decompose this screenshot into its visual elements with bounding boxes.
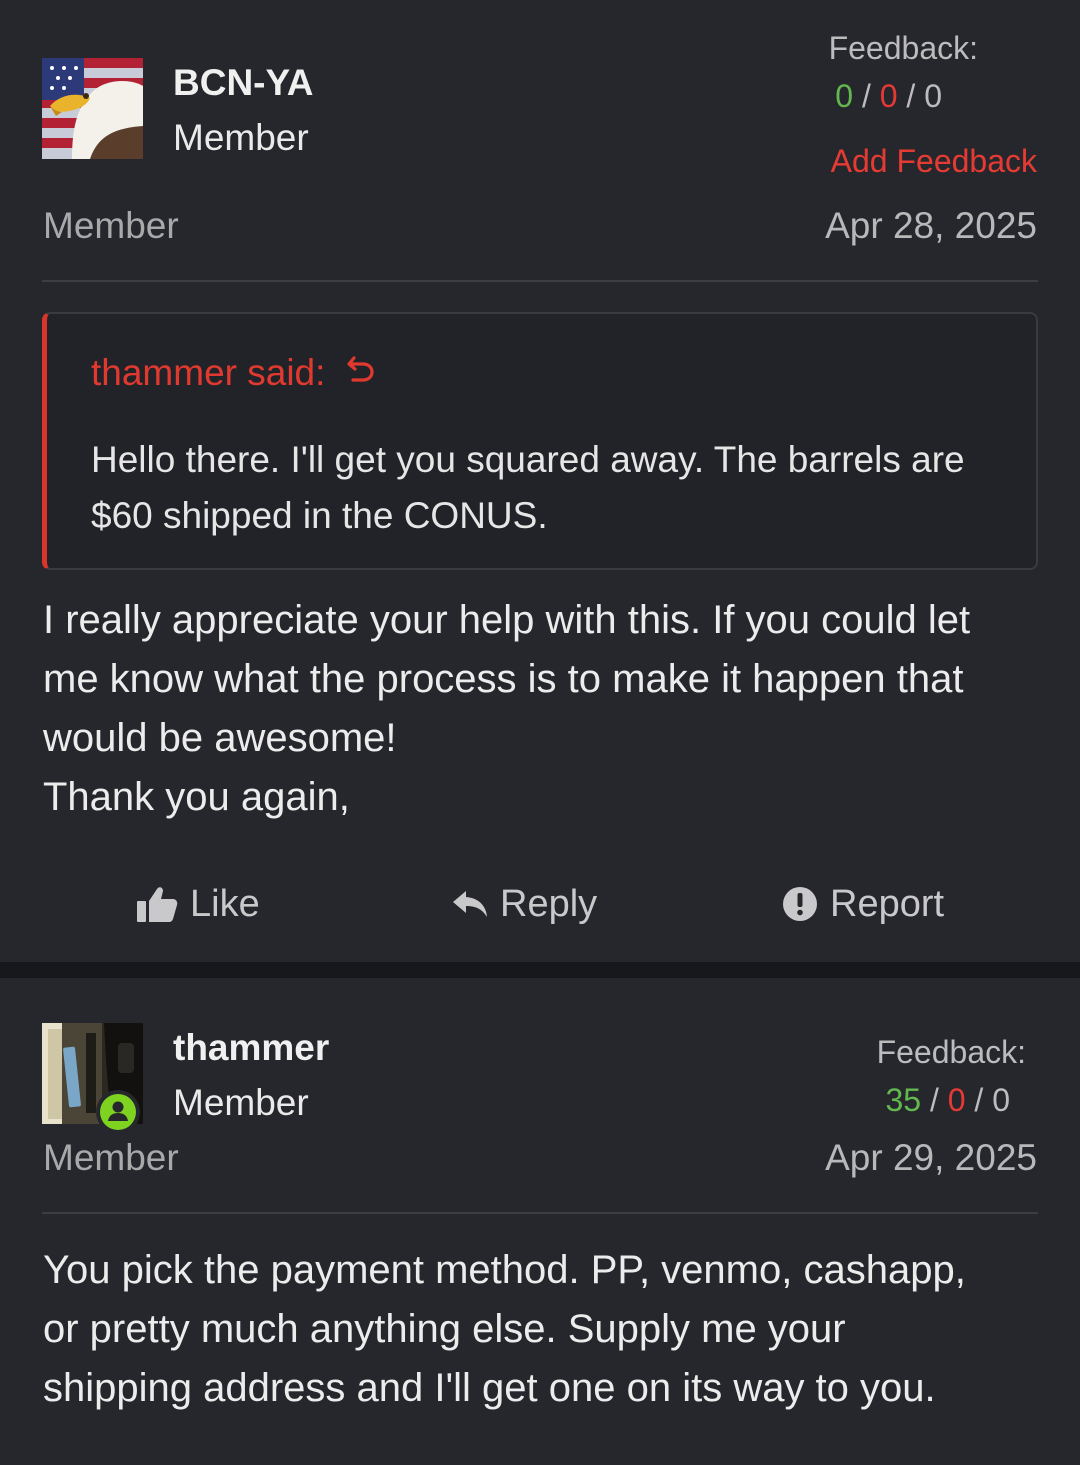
divider <box>42 280 1038 282</box>
feedback-label: Feedback: <box>876 1034 1026 1070</box>
feedback-separator: / <box>929 1082 939 1118</box>
message-line: I really appreciate your help with this.… <box>43 598 971 642</box>
feedback-negative: 0 <box>879 78 898 114</box>
feedback-separator: / <box>974 1082 984 1118</box>
like-label: Like <box>190 882 260 925</box>
message-line: me know what the process is to make it h… <box>43 657 964 701</box>
quote-header[interactable]: thammer said: <box>91 352 377 394</box>
exclamation-circle-icon <box>782 886 818 922</box>
message-line: would be awesome! <box>43 716 397 760</box>
post-date[interactable]: Apr 29, 2025 <box>825 1137 1037 1179</box>
post-separator <box>0 962 1080 978</box>
message-line: Thank you again, <box>43 775 350 819</box>
user-avatar-eagle[interactable] <box>42 58 143 159</box>
post-message: You pick the payment method. PP, venmo, … <box>43 1241 1043 1418</box>
post-date[interactable]: Apr 28, 2025 <box>825 205 1037 247</box>
quote-block: thammer said: Hello there. I'll get you … <box>42 312 1038 570</box>
reply-arrow-icon <box>452 889 488 919</box>
feedback-separator: / <box>906 78 916 114</box>
quote-text: Hello there. I'll get you squared away. … <box>91 439 965 536</box>
user-title: Member <box>173 1082 309 1123</box>
username[interactable]: BCN-YA <box>173 62 313 104</box>
post-bcn-ya: BCN-YA Member Feedback: 0 / 0 / 0 Add Fe… <box>0 0 1080 962</box>
thumbs-up-icon <box>136 885 178 923</box>
like-button[interactable]: Like <box>136 876 260 932</box>
username[interactable]: thammer <box>173 1027 329 1069</box>
reply-label: Reply <box>500 882 598 925</box>
message-line: or pretty much anything else. Supply me … <box>43 1307 846 1351</box>
online-status-icon <box>96 1090 140 1134</box>
feedback-negative: 0 <box>947 1082 966 1118</box>
add-feedback-link[interactable]: Add Feedback <box>831 143 1037 180</box>
feedback-counts[interactable]: 35 / 0 / 0 <box>885 1082 1010 1119</box>
divider <box>42 1212 1038 1214</box>
report-label: Report <box>830 882 945 925</box>
feedback-positive: 0 <box>835 78 854 114</box>
reply-button[interactable]: Reply <box>452 876 597 932</box>
feedback-neutral: 0 <box>924 78 942 114</box>
report-button[interactable]: Report <box>782 876 944 932</box>
feedback-label: Feedback: <box>828 30 978 66</box>
feedback-counts[interactable]: 0 / 0 / 0 <box>835 78 942 115</box>
user-role: Member <box>43 205 179 246</box>
quote-author[interactable]: thammer said: <box>91 352 325 394</box>
feedback-neutral: 0 <box>992 1082 1010 1118</box>
feedback-positive: 35 <box>885 1082 922 1118</box>
quote-jump-icon[interactable] <box>345 352 377 394</box>
message-line: You pick the payment method. PP, venmo, … <box>43 1248 966 1292</box>
user-role: Member <box>43 1137 179 1178</box>
user-title: Member <box>173 117 309 158</box>
post-message: I really appreciate your help with this.… <box>43 591 1043 827</box>
message-line: shipping address and I'll get one on its… <box>43 1366 936 1410</box>
feedback-separator: / <box>861 78 871 114</box>
